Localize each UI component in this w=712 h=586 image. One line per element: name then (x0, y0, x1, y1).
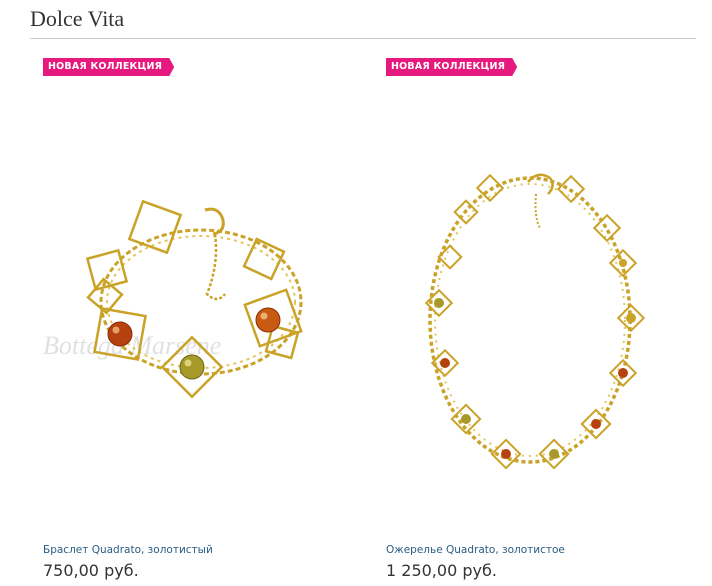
amber-bead (107, 321, 133, 347)
necklace-chain (428, 176, 632, 464)
product-name-link[interactable]: Ожерелье Quadrato, золотистое (386, 544, 565, 556)
product-price: 1 250,00 руб. (386, 561, 497, 580)
product-price: 750,00 руб. (43, 561, 139, 580)
bracelet-image[interactable]: Bottega Marsene (43, 84, 343, 539)
page-title: Dolce Vita (30, 6, 125, 31)
necklace-image[interactable] (386, 84, 686, 539)
new-collection-badge: НОВАЯ КОЛЛЕКЦИЯ (43, 58, 174, 76)
product-card-bracelet: НОВАЯ КОЛЛЕКЦИЯ Bottega Marsene Браслет … (43, 56, 343, 586)
new-collection-badge: НОВАЯ КОЛЛЕКЦИЯ (386, 58, 517, 76)
product-name-link[interactable]: Браслет Quadrato, золотистый (43, 544, 213, 556)
product-card-necklace: НОВАЯ КОЛЛЕКЦИЯ Ожерелье Quadrato, золот… (386, 56, 686, 586)
diamond-links (424, 173, 646, 470)
amber-bead (255, 307, 281, 333)
title-divider (30, 38, 696, 39)
amber-bead (179, 354, 205, 380)
